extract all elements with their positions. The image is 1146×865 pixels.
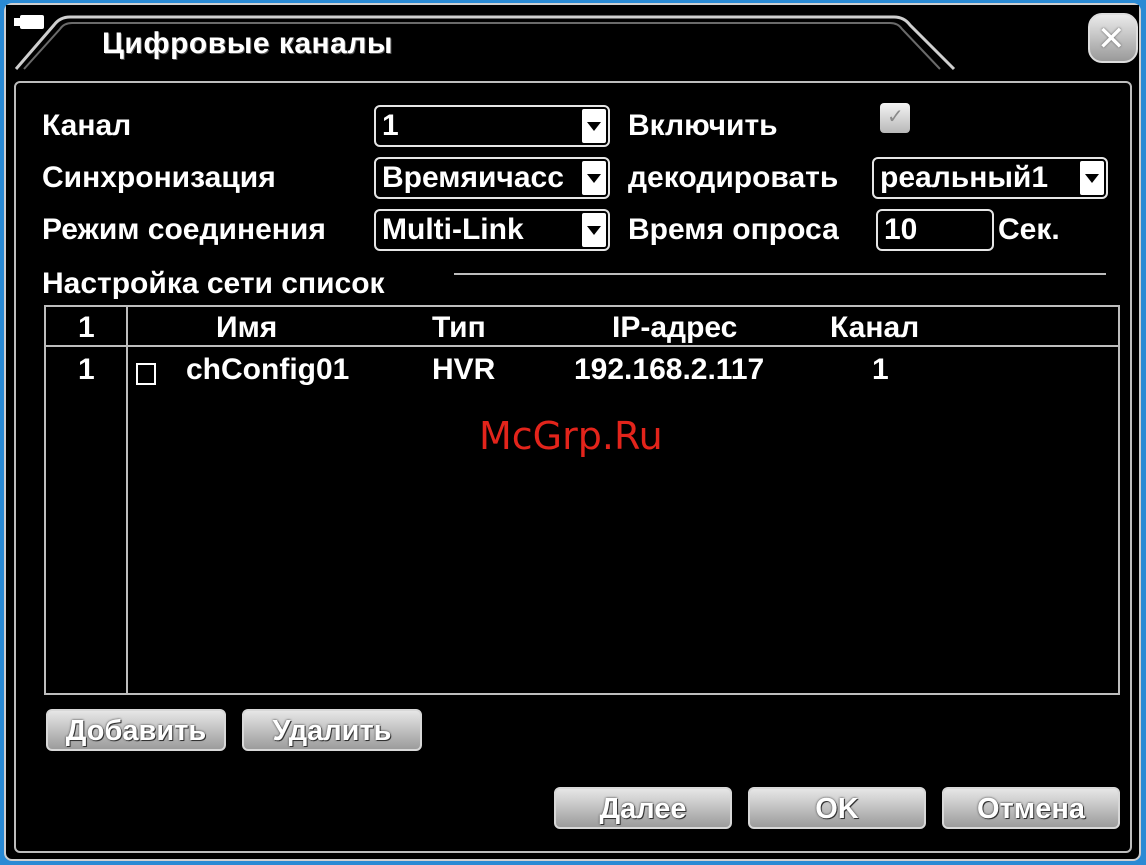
channel-select[interactable]: 1: [374, 105, 610, 147]
row-type: HVR: [432, 353, 496, 386]
section-divider: [454, 273, 1106, 275]
checkmark-icon: ✓: [887, 106, 904, 128]
chevron-down-icon[interactable]: [582, 109, 606, 143]
row-name: chConfig01: [186, 353, 350, 386]
connection-mode-value: Multi-Link: [382, 213, 524, 246]
decode-select[interactable]: реальный1: [872, 157, 1108, 199]
window-title: Цифровые каналы: [102, 27, 394, 60]
row-ip: 192.168.2.117: [574, 353, 765, 386]
network-list-title: Настройка сети список: [42, 267, 385, 300]
poll-time-unit: Сек.: [998, 213, 1060, 246]
chevron-down-icon[interactable]: [582, 213, 606, 247]
chevron-down-icon[interactable]: [582, 161, 606, 195]
delete-button-label: Удалить: [272, 715, 392, 747]
column-type-header[interactable]: Тип: [432, 311, 486, 345]
network-list-table[interactable]: 1 Имя Тип IP-адрес Канал 1 chConfig01 HV…: [44, 305, 1120, 695]
cancel-button-label: Отмена: [977, 793, 1085, 825]
row-checkbox[interactable]: [136, 363, 156, 385]
table-row[interactable]: 1 chConfig01 HVR 192.168.2.117 1: [46, 349, 1118, 393]
poll-time-value: 10: [884, 213, 918, 246]
watermark: McGrp.Ru: [479, 414, 663, 458]
row-channel: 1: [872, 353, 889, 386]
ok-button[interactable]: OK: [748, 787, 926, 829]
chevron-down-icon[interactable]: [1080, 161, 1104, 195]
close-icon: ✕: [1097, 20, 1126, 58]
camera-icon: [14, 15, 44, 29]
decode-label: декодировать: [628, 161, 839, 194]
channel-label: Канал: [42, 109, 132, 142]
column-name-header[interactable]: Имя: [216, 311, 277, 345]
next-button[interactable]: Далее: [554, 787, 732, 829]
next-button-label: Далее: [599, 793, 687, 825]
poll-time-input[interactable]: 10: [876, 209, 994, 251]
enable-checkbox[interactable]: ✓: [880, 103, 910, 133]
decode-value: реальный1: [880, 161, 1049, 194]
title-tab: Цифровые каналы: [14, 13, 956, 71]
sync-select[interactable]: Времяичасс: [374, 157, 610, 199]
row-index: 1: [78, 353, 95, 386]
poll-time-label: Время опроса: [628, 213, 839, 246]
add-button-label: Добавить: [65, 715, 207, 747]
sync-value: Времяичасс: [382, 161, 564, 194]
close-button[interactable]: ✕: [1088, 13, 1138, 63]
connection-mode-label: Режим соединения: [42, 213, 326, 246]
ok-button-label: OK: [815, 793, 859, 825]
enable-label: Включить: [628, 109, 778, 142]
table-header: 1 Имя Тип IP-адрес Канал: [46, 307, 1118, 347]
title-bar: Цифровые каналы ✕: [6, 5, 1139, 75]
column-index-header[interactable]: 1: [78, 311, 95, 345]
channel-value: 1: [382, 109, 399, 142]
delete-button[interactable]: Удалить: [242, 709, 422, 751]
add-button[interactable]: Добавить: [46, 709, 226, 751]
cancel-button[interactable]: Отмена: [942, 787, 1120, 829]
column-channel-header[interactable]: Канал: [830, 311, 919, 345]
settings-panel: Канал 1 Включить ✓ Синхронизация Времяич…: [14, 81, 1132, 853]
connection-mode-select[interactable]: Multi-Link: [374, 209, 610, 251]
sync-label: Синхронизация: [42, 161, 276, 194]
column-ip-header[interactable]: IP-адрес: [612, 311, 737, 345]
